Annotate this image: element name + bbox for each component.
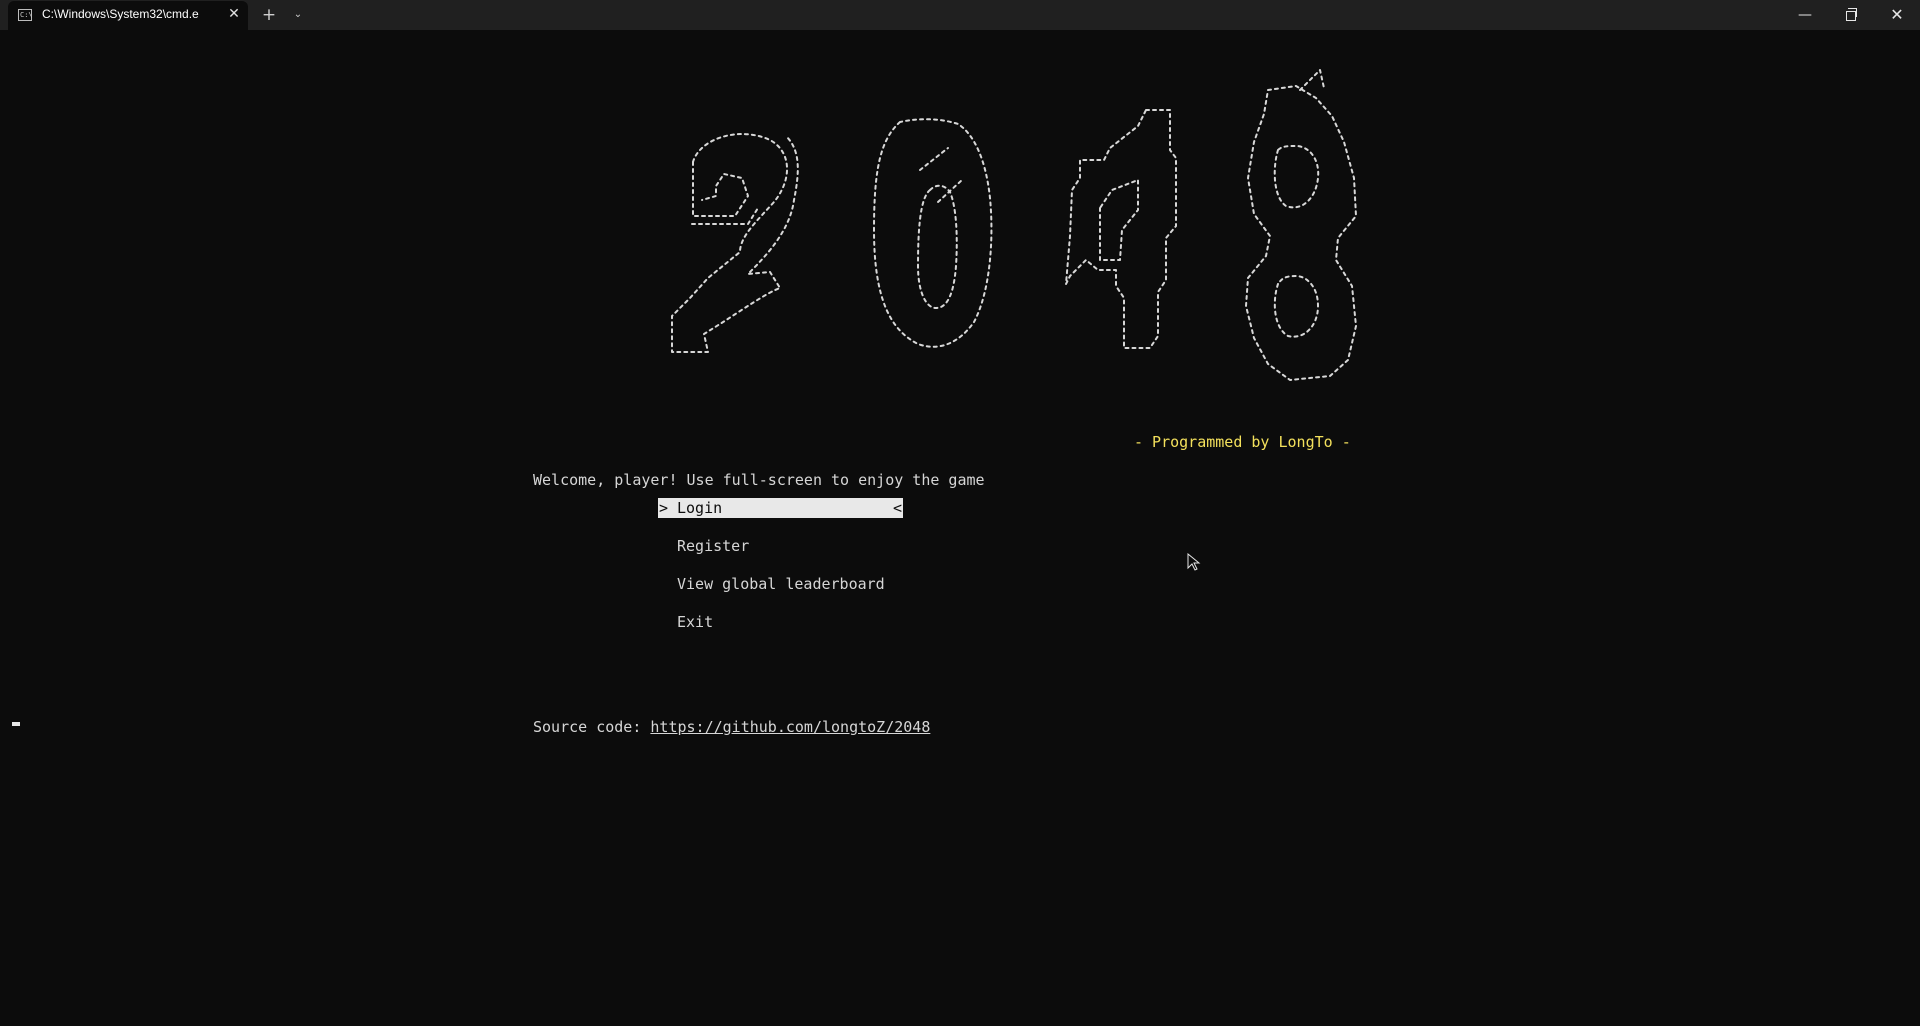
menu-item-exit[interactable]: Exit [658,612,903,632]
tab-title: C:\Windows\System32\cmd.e [42,7,199,21]
menu-item-label: Login [677,499,723,517]
source-link[interactable]: https://github.com/longtoZ/2048 [650,718,930,736]
menu-item-leaderboard[interactable]: View global leaderboard [658,574,903,594]
welcome-message: Welcome, player! Use full-screen to enjo… [533,471,985,489]
plus-icon[interactable]: + [258,4,280,26]
selection-arrow: > [659,499,669,517]
chevron-down-icon[interactable]: ⌄ [288,4,308,26]
credit-text: - Programmed by LongTo - [1134,433,1351,451]
source-code-line: Source code: https://github.com/longtoZ/… [533,718,930,736]
terminal-icon: C:\ [18,9,33,21]
console-area[interactable]: 2048 - Programmed by LongTo - Welcome, p… [0,30,1920,1026]
source-label: Source code: [533,718,651,736]
window-close-icon[interactable]: ✕ [1874,0,1920,30]
selection-end-marker: < [893,499,903,517]
menu-item-label: Register [677,537,750,555]
restore-icon[interactable] [1828,0,1874,30]
menu-item-label: View global leaderboard [677,575,885,593]
minimize-icon[interactable]: — [1782,0,1828,30]
tab-cmd[interactable]: C:\ C:\Windows\System32\cmd.e ✕ [8,1,248,30]
text-cursor [12,722,20,726]
ascii-logo-2048: 2048 [671,69,1357,381]
mouse-cursor-icon [1187,553,1201,571]
menu-item-label: Exit [677,613,714,631]
title-bar: C:\ C:\Windows\System32\cmd.e ✕ + ⌄ — ✕ [0,0,1920,30]
menu-item-register[interactable]: Register [658,536,903,556]
menu-item-login[interactable]: > Login < [658,498,903,518]
close-icon[interactable]: ✕ [226,5,242,23]
